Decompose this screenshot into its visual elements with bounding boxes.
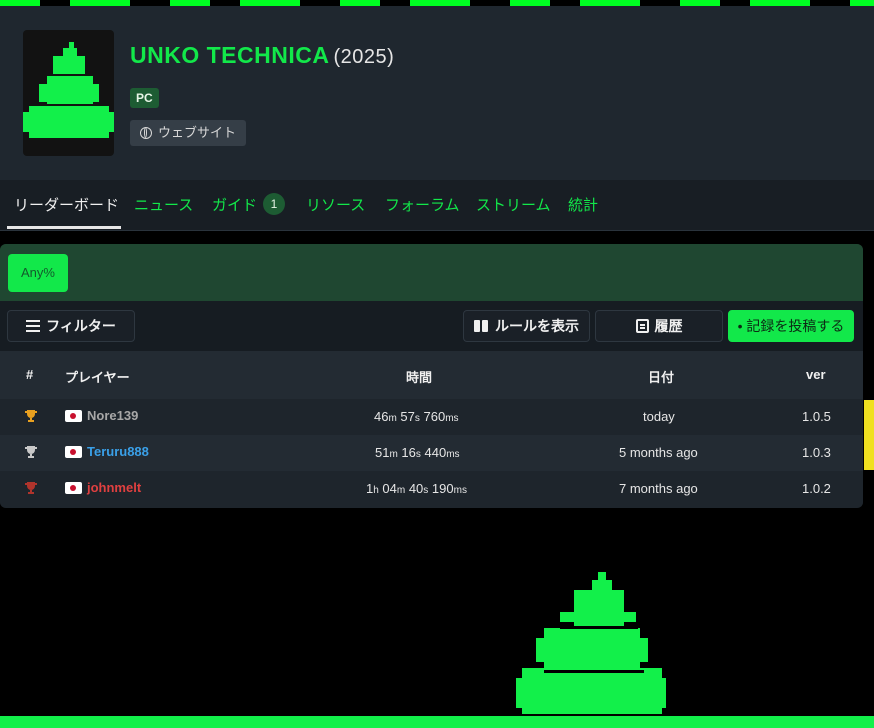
active-tab-indicator (7, 226, 121, 229)
player-name[interactable]: johnmelt (87, 480, 141, 495)
background-yellow-block (864, 400, 874, 470)
player-name[interactable]: Nore139 (87, 408, 138, 423)
time-unit: ms (446, 449, 460, 460)
time-unit: m (388, 413, 397, 424)
time-cell: 51m 16s 440ms (375, 445, 460, 460)
time-ms: 440 (420, 445, 447, 460)
header-time: 時間 (406, 370, 433, 385)
tab-forum[interactable]: フォーラム (385, 194, 460, 215)
background-ground-line (0, 716, 874, 728)
date-cell: 5 months ago (619, 445, 698, 460)
time-unit: m (389, 449, 398, 460)
table-row[interactable]: johnmelt 1h 04m 40s 190ms 7 months ago 1… (0, 471, 863, 507)
game-year: (2025) (333, 46, 395, 68)
globe-icon (140, 127, 152, 139)
tab-stats[interactable]: 統計 (568, 194, 598, 215)
version-cell: 1.0.3 (802, 445, 831, 460)
time-cell: 46m 57s 760ms (374, 409, 459, 424)
filter-button[interactable]: フィルター (7, 310, 135, 342)
japan-flag-icon (65, 445, 82, 458)
time-minutes: 51 (375, 445, 390, 460)
game-title-text: UNKO TECHNICA (130, 42, 330, 68)
table-row[interactable]: Nore139 46m 57s 760ms today 1.0.5 (0, 399, 863, 435)
tab-guides-label: ガイド (212, 197, 258, 214)
leaderboard-toolbar: フィルター ルールを表示 履歴 • 記録を投稿する (0, 301, 863, 351)
game-header: UNKO TECHNICA (2025) PC ウェブサイト (0, 6, 874, 180)
game-title: UNKO TECHNICA (2025) (130, 42, 394, 69)
version-cell: 1.0.2 (802, 481, 831, 496)
category-bar: Any% (0, 244, 863, 301)
tab-resources[interactable]: リソース (306, 194, 365, 215)
website-label: ウェブサイト (158, 125, 237, 140)
tab-news[interactable]: ニュース (134, 194, 193, 215)
player-cell[interactable]: johnmelt (65, 480, 141, 495)
platform-badge[interactable]: PC (130, 88, 159, 108)
tab-guides[interactable]: ガイド 1 (212, 193, 286, 217)
player-cell[interactable]: Teruru888 (65, 444, 149, 459)
header-date: 日付 (648, 370, 675, 385)
game-cover-image (23, 30, 114, 156)
time-seconds: 40 (405, 481, 424, 496)
time-cell: 1h 04m 40s 190ms (366, 481, 467, 496)
bronze-trophy-icon (25, 482, 37, 494)
table-header: # プレイヤー 時間 日付 ver (0, 351, 863, 399)
history-label: 履歴 (654, 318, 683, 334)
table-row[interactable]: Teruru888 51m 16s 440ms 5 months ago 1.0… (0, 435, 863, 471)
date-cell: 7 months ago (619, 481, 698, 496)
submit-run-label: • 記録を投稿する (737, 318, 845, 334)
category-any-percent[interactable]: Any% (8, 254, 68, 292)
view-rules-label: ルールを表示 (495, 318, 579, 334)
view-rules-button[interactable]: ルールを表示 (463, 310, 590, 342)
guides-count-badge: 1 (263, 193, 286, 216)
game-nav-tabs: リーダーボード ニュース ガイド 1 リソース フォーラム ストリーム 統計 (0, 180, 874, 231)
header-rank: # (26, 367, 34, 382)
time-ms: 190 (428, 481, 454, 496)
header-ver: ver (806, 367, 826, 382)
filter-label: フィルター (46, 318, 116, 334)
book-icon (474, 320, 489, 332)
poop-background-image (516, 572, 666, 714)
version-cell: 1.0.5 (802, 409, 831, 424)
time-unit: ms (453, 485, 467, 496)
history-icon (635, 319, 649, 333)
time-seconds: 57 (396, 409, 415, 424)
time-minutes: 04 (378, 481, 397, 496)
player-name[interactable]: Teruru888 (87, 444, 149, 459)
time-unit: m (396, 485, 406, 496)
leaderboard-panel: Any% フィルター ルールを表示 履歴 • 記録を投稿する # プレイヤー 時… (0, 244, 863, 508)
submit-run-button[interactable]: • 記録を投稿する (728, 310, 854, 342)
header-player: プレイヤー (65, 370, 130, 385)
filter-icon (26, 320, 41, 332)
tab-streams[interactable]: ストリーム (476, 194, 551, 215)
poop-cover-icon (23, 42, 114, 138)
silver-trophy-icon (25, 446, 37, 458)
time-unit: ms (445, 413, 459, 424)
japan-flag-icon (65, 481, 82, 494)
tab-leaderboard[interactable]: リーダーボード (14, 194, 119, 215)
time-ms: 760 (419, 409, 446, 424)
gold-trophy-icon (25, 410, 37, 422)
time-seconds: 16 (397, 445, 416, 460)
time-minutes: 46 (374, 409, 389, 424)
date-cell: today (643, 409, 675, 424)
website-link[interactable]: ウェブサイト (130, 120, 247, 146)
japan-flag-icon (65, 409, 82, 422)
player-cell[interactable]: Nore139 (65, 408, 138, 423)
history-button[interactable]: 履歴 (595, 310, 723, 342)
